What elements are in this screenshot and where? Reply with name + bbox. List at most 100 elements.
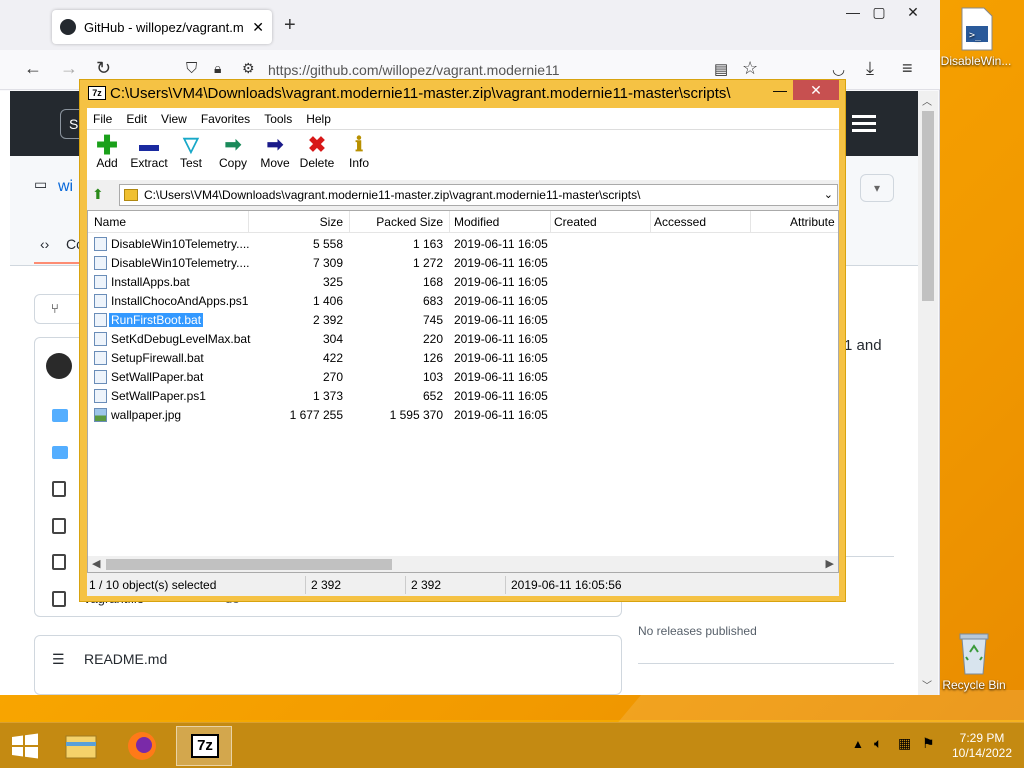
file-row[interactable]: wallpaper.jpg 1 677 255 1 595 370 2019-0… (88, 406, 838, 425)
file-name: SetWallPaper.bat (111, 370, 204, 384)
readme-title[interactable]: README.md (84, 651, 167, 667)
menu-file[interactable]: File (93, 112, 112, 126)
column-header-attributes[interactable]: Attribute (790, 215, 835, 229)
new-tab-button[interactable]: + (284, 14, 296, 37)
start-button[interactable] (0, 726, 50, 766)
file-explorer-icon (65, 735, 97, 759)
downloads-icon[interactable]: ⤓ (866, 58, 874, 79)
status-modified: 2019-06-11 16:05:56 (511, 578, 622, 592)
list-header: Name Size Packed Size Modified Created A… (88, 211, 838, 233)
extract-button[interactable]: ▬ Extract (129, 134, 169, 170)
divider (638, 663, 894, 664)
file-modified: 2019-06-11 16:05 (454, 351, 548, 365)
tab-bar: GitHub - willopez/vagrant.mod ✕ + — ▢ ✕ (0, 0, 940, 50)
file-row[interactable]: DisableWin10Telemetry.... 7 309 1 272 20… (88, 254, 838, 273)
hamburger-menu-icon[interactable] (852, 115, 876, 136)
sevenzip-titlebar[interactable]: 7z C:\Users\VM4\Downloads\vagrant.modern… (80, 80, 845, 106)
scrollbar-thumb[interactable] (106, 559, 392, 570)
column-header-size[interactable]: Size (249, 215, 343, 229)
action-center-icon[interactable]: ⚑ (922, 735, 935, 752)
move-button[interactable]: ➡ Move (255, 134, 295, 170)
shield-icon[interactable]: ⛉ (186, 60, 197, 77)
volume-muted-icon[interactable]: 🔈︎ (874, 735, 882, 752)
close-tab-icon[interactable]: ✕ (252, 19, 264, 36)
menu-view[interactable]: View (161, 112, 187, 126)
branch-selector[interactable]: ⑂ (34, 294, 84, 324)
permissions-icon[interactable]: ⚙︎ (242, 60, 255, 77)
address-combobox[interactable]: C:\Users\VM4\Downloads\vagrant.modernie1… (119, 184, 838, 206)
scrollbar-thumb[interactable] (922, 111, 934, 301)
column-header-created[interactable]: Created (554, 215, 597, 229)
pocket-icon[interactable]: ◡ (832, 60, 845, 78)
copy-button[interactable]: ➡ Copy (213, 134, 253, 170)
back-icon[interactable]: ← (24, 58, 42, 79)
info-button[interactable]: ℹ Info (339, 134, 379, 170)
sevenzip-logo-icon: 7z (88, 86, 106, 100)
close-icon[interactable]: ✕ (898, 4, 928, 21)
reload-icon[interactable]: ↻ (96, 58, 111, 79)
page-scrollbar[interactable]: ︿ ﹀ (918, 91, 938, 695)
script-file-icon (94, 389, 107, 403)
scroll-right-icon[interactable]: ▶ (826, 557, 834, 570)
column-header-packed-size[interactable]: Packed Size (350, 215, 443, 229)
scroll-up-icon[interactable]: ︿ (922, 93, 932, 108)
menu-help[interactable]: Help (306, 112, 331, 126)
close-button[interactable]: ✕ (793, 80, 839, 100)
reader-view-icon[interactable]: ▤ (714, 60, 728, 78)
file-list[interactable]: Name Size Packed Size Modified Created A… (87, 210, 839, 573)
scroll-down-icon[interactable]: ﹀ (922, 677, 932, 692)
chevron-down-icon[interactable]: ⌄ (824, 185, 833, 205)
minimize-icon[interactable]: — (765, 80, 795, 102)
horizontal-scrollbar[interactable]: ◀ ▶ (88, 556, 838, 572)
file-row[interactable]: SetWallPaper.ps1 1 373 652 2019-06-11 16… (88, 387, 838, 406)
file-row[interactable]: SetWallPaper.bat 270 103 2019-06-11 16:0… (88, 368, 838, 387)
column-header-name[interactable]: Name (94, 215, 126, 229)
folder-up-icon[interactable]: ⬆ (92, 186, 104, 203)
file-name: DisableWin10Telemetry.... (111, 256, 250, 270)
file-row-selected[interactable]: RunFirstBoot.bat 2 392 745 2019-06-11 16… (88, 311, 838, 330)
browser-tab[interactable]: GitHub - willopez/vagrant.mod ✕ (52, 10, 272, 44)
menu-tools[interactable]: Tools (264, 112, 292, 126)
url-bar[interactable]: https://github.com/willopez/vagrant.mode… (268, 62, 560, 78)
file-row[interactable]: SetupFirewall.bat 422 126 2019-06-11 16:… (88, 349, 838, 368)
taskbar-7zip[interactable]: 7z (176, 726, 232, 766)
column-header-modified[interactable]: Modified (454, 215, 499, 229)
network-icon[interactable]: ▦ (898, 735, 911, 752)
file-name: SetWallPaper.ps1 (111, 389, 206, 403)
maximize-icon[interactable]: ▢ (864, 4, 894, 21)
desktop-icon-recycle-bin[interactable]: Recycle Bin (934, 630, 1014, 692)
add-button[interactable]: ✚ Add (87, 132, 127, 170)
clock[interactable]: 7:29 PM 10/14/2022 (948, 731, 1016, 761)
bookmark-star-icon[interactable]: ☆ (742, 58, 758, 79)
delete-button[interactable]: ✖ Delete (297, 134, 337, 171)
lock-icon[interactable]: 🔒︎ (214, 60, 221, 77)
scroll-left-icon[interactable]: ◀ (92, 557, 100, 570)
file-packed-size: 1 163 (412, 237, 443, 251)
repo-name[interactable]: wi (58, 178, 73, 196)
menu-icon[interactable]: ≡ (902, 58, 913, 79)
copy-arrow-icon: ➡ (224, 134, 242, 156)
desktop-icon-disablewin[interactable]: >_ DisableWin... (936, 6, 1016, 68)
info-label: Info (348, 156, 369, 170)
file-modified: 2019-06-11 16:05 (454, 408, 548, 422)
dropdown-button[interactable]: ▾ (860, 174, 894, 202)
file-modified: 2019-06-11 16:05 (454, 275, 548, 289)
file-row[interactable]: DisableWin10Telemetry.... 5 558 1 163 20… (88, 235, 838, 254)
file-packed-size: 652 (422, 389, 443, 403)
file-row[interactable]: InstallApps.bat 325 168 2019-06-11 16:05 (88, 273, 838, 292)
menu-favorites[interactable]: Favorites (201, 112, 250, 126)
file-name: InstallChocoAndApps.ps1 (111, 294, 249, 308)
file-row[interactable]: SetKdDebugLevelMax.bat 304 220 2019-06-1… (88, 330, 838, 349)
show-hidden-icons-icon[interactable]: ▲ (852, 737, 864, 751)
test-button[interactable]: ▽ Test (171, 134, 211, 170)
window-title: C:\Users\VM4\Downloads\vagrant.modernie1… (110, 85, 731, 102)
file-modified: 2019-06-11 16:05 (454, 237, 548, 251)
add-label: Add (96, 156, 118, 170)
taskbar-file-explorer[interactable] (52, 726, 108, 766)
menu-edit[interactable]: Edit (126, 112, 147, 126)
taskbar-firefox[interactable] (114, 726, 170, 766)
file-row[interactable]: InstallChocoAndApps.ps1 1 406 683 2019-0… (88, 292, 838, 311)
batch-file-icon (94, 332, 107, 346)
forward-icon[interactable]: → (60, 58, 78, 79)
column-header-accessed[interactable]: Accessed (654, 215, 706, 229)
